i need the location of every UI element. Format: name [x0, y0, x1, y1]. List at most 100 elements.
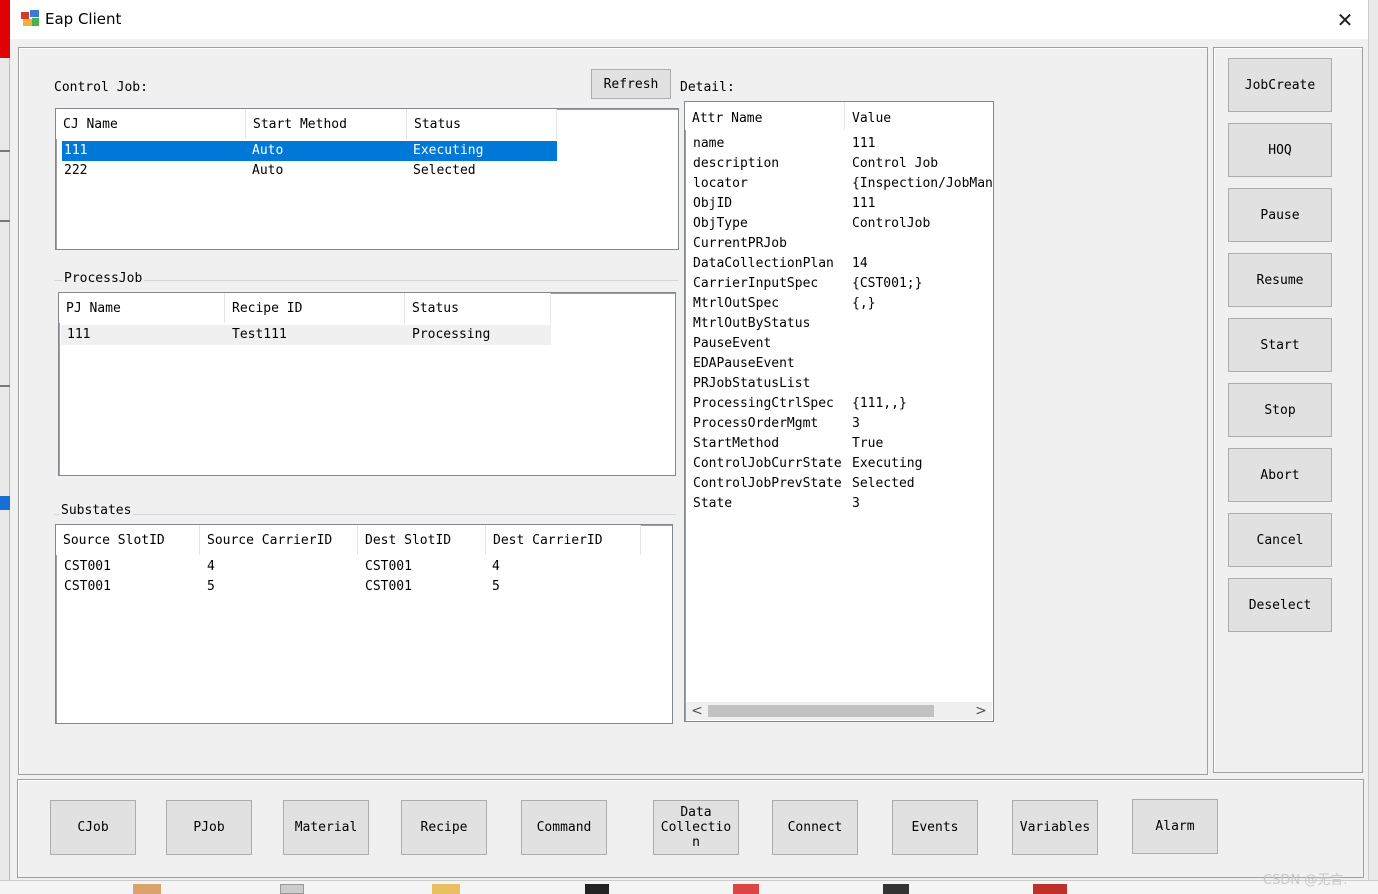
taskbar-icon[interactable]: [432, 884, 460, 894]
taskbar-icon[interactable]: [733, 884, 759, 894]
attr-name-cell: description: [693, 156, 780, 171]
detail-row[interactable]: name 111: [693, 134, 993, 154]
table-row[interactable]: 111 Auto Executing: [62, 141, 557, 161]
detail-row[interactable]: ControlJobCurrState Executing: [693, 454, 993, 474]
column-header[interactable]: Value: [845, 102, 993, 130]
detail-list[interactable]: Attr Name Value name 111 description Contro…: [684, 101, 994, 722]
detail-row[interactable]: State 3: [693, 494, 993, 514]
pjob-button[interactable]: PJob: [166, 800, 252, 855]
events-button[interactable]: Events: [892, 800, 978, 855]
close-icon[interactable]: ✕: [1322, 1, 1368, 39]
table-row[interactable]: CST001 5 CST001 5: [64, 577, 644, 597]
detail-row[interactable]: ProcessingCtrlSpec {111,,}: [693, 394, 993, 414]
variables-button[interactable]: Variables: [1012, 800, 1098, 855]
recipe-button[interactable]: Recipe: [401, 800, 487, 855]
attr-value-cell: 3: [852, 496, 860, 511]
taskbar-icon[interactable]: [883, 884, 909, 894]
detail-row[interactable]: PauseEvent: [693, 334, 993, 354]
source-slot-cell: CST001: [64, 559, 111, 574]
alarm-button[interactable]: Alarm: [1132, 799, 1218, 854]
resume-button[interactable]: Resume: [1228, 253, 1332, 307]
scroll-thumb[interactable]: [708, 705, 934, 717]
control-job-list[interactable]: CJ Name Start Method Status 111 Auto Exe…: [55, 108, 679, 250]
detail-row[interactable]: ObjType ControlJob: [693, 214, 993, 234]
attr-name-cell: locator: [693, 176, 748, 191]
table-row[interactable]: CST001 4 CST001 4: [64, 557, 644, 577]
cjob-button[interactable]: CJob: [50, 800, 136, 855]
attr-value-cell: Selected: [852, 476, 915, 491]
detail-row[interactable]: description Control Job: [693, 154, 993, 174]
cj-name-cell: 111: [64, 143, 88, 158]
attr-name-cell: EDAPauseEvent: [693, 356, 795, 371]
detail-row[interactable]: CarrierInputSpec {CST001;}: [693, 274, 993, 294]
start-method-cell: Auto: [252, 163, 284, 178]
column-header[interactable]: Start Method: [246, 109, 407, 139]
detail-row[interactable]: ControlJobPrevState Selected: [693, 474, 993, 494]
attr-name-cell: MtrlOutSpec: [693, 296, 780, 311]
column-header[interactable]: Dest SlotID: [358, 525, 486, 555]
detail-row[interactable]: ProcessOrderMgmt 3: [693, 414, 993, 434]
cj-name-cell: 222: [64, 163, 88, 178]
desktop-red-strip: [0, 0, 10, 58]
column-header[interactable]: Attr Name: [685, 102, 845, 130]
detail-row[interactable]: CurrentPRJob: [693, 234, 993, 254]
attr-name-cell: DataCollectionPlan: [693, 256, 834, 271]
detail-row[interactable]: MtrlOutByStatus: [693, 314, 993, 334]
refresh-button[interactable]: Refresh: [591, 69, 671, 99]
detail-row[interactable]: MtrlOutSpec {,}: [693, 294, 993, 314]
connect-button[interactable]: Connect: [772, 800, 858, 855]
attr-value-cell: 111: [852, 196, 876, 211]
material-button[interactable]: Material: [283, 800, 369, 855]
app-icon: [21, 10, 39, 26]
table-row[interactable]: 111 Test111 Processing: [61, 325, 551, 345]
taskbar-icon[interactable]: [585, 884, 609, 894]
attr-value-cell: 14: [852, 256, 868, 271]
attr-value-cell: {CST001;}: [852, 276, 923, 291]
horizontal-scrollbar[interactable]: < >: [686, 702, 992, 720]
source-slot-cell: CST001: [64, 579, 111, 594]
detail-row[interactable]: DataCollectionPlan 14: [693, 254, 993, 274]
attr-name-cell: MtrlOutByStatus: [693, 316, 811, 331]
taskbar-icon[interactable]: [1033, 884, 1067, 894]
status-cell: Processing: [412, 327, 491, 342]
attr-name-cell: ProcessOrderMgmt: [693, 416, 819, 431]
hoq-button[interactable]: HOQ: [1228, 123, 1332, 177]
detail-row[interactable]: locator {Inspection/JobManag: [693, 174, 993, 194]
table-row[interactable]: 222 Auto Selected: [62, 161, 557, 181]
column-header[interactable]: Status: [407, 109, 557, 139]
column-header[interactable]: Source CarrierID: [200, 525, 358, 555]
desktop-left-strip: [0, 0, 10, 894]
control-job-label: Control Job:: [54, 80, 148, 95]
attr-name-cell: CurrentPRJob: [693, 236, 787, 251]
column-header[interactable]: Status: [405, 293, 551, 323]
status-cell: Executing: [413, 143, 484, 158]
jobcreate-button[interactable]: JobCreate: [1228, 58, 1332, 112]
taskbar-icon[interactable]: [280, 884, 304, 894]
substates-list[interactable]: Source SlotID Source CarrierID Dest Slot…: [55, 524, 673, 724]
detail-row[interactable]: ObjID 111: [693, 194, 993, 214]
datacollection-button[interactable]: Data Collectio n: [653, 800, 739, 855]
attr-name-cell: State: [693, 496, 733, 511]
attr-name-cell: ControlJobCurrState: [693, 456, 842, 471]
column-header[interactable]: PJ Name: [59, 293, 225, 323]
column-header[interactable]: Source SlotID: [56, 525, 200, 555]
abort-button[interactable]: Abort: [1228, 448, 1332, 502]
scroll-left-icon[interactable]: <: [688, 702, 706, 720]
stop-button[interactable]: Stop: [1228, 383, 1332, 437]
taskbar-icon[interactable]: [133, 884, 161, 894]
column-header[interactable]: Recipe ID: [225, 293, 405, 323]
pause-button[interactable]: Pause: [1228, 188, 1332, 242]
command-button[interactable]: Command: [521, 800, 607, 855]
start-button[interactable]: Start: [1228, 318, 1332, 372]
column-header[interactable]: CJ Name: [56, 109, 246, 139]
detail-row[interactable]: PRJobStatusList: [693, 374, 993, 394]
scroll-right-icon[interactable]: >: [972, 702, 990, 720]
detail-row[interactable]: EDAPauseEvent: [693, 354, 993, 374]
column-header[interactable]: Dest CarrierID: [486, 525, 641, 555]
detail-row[interactable]: StartMethod True: [693, 434, 993, 454]
process-job-list[interactable]: PJ Name Recipe ID Status 111 Test111 Pro…: [58, 292, 676, 476]
window-title: Eap Client: [45, 10, 122, 28]
detail-label: Detail:: [680, 80, 735, 95]
cancel-button[interactable]: Cancel: [1228, 513, 1332, 567]
deselect-button[interactable]: Deselect: [1228, 578, 1332, 632]
